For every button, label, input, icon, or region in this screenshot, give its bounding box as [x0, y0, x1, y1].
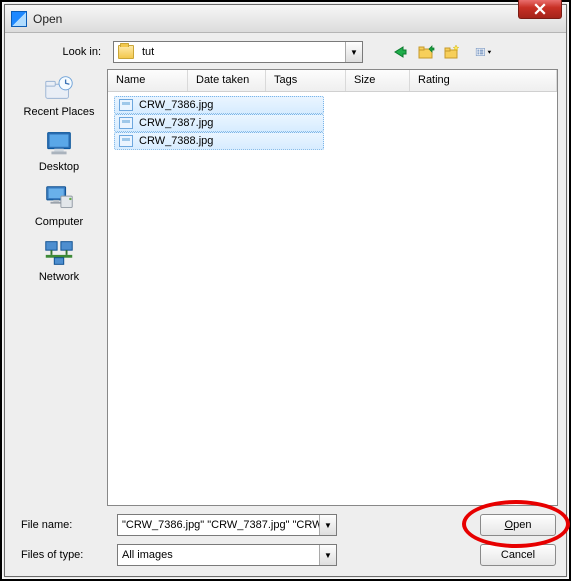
place-label: Desktop	[39, 161, 79, 173]
filename-label: File name:	[15, 519, 107, 531]
lookin-combo[interactable]: tut ▼	[113, 41, 363, 63]
titlebar: Open	[5, 5, 566, 33]
back-arrow-icon	[391, 43, 409, 61]
file-row[interactable]: CRW_7387.jpg	[114, 114, 324, 132]
file-name: CRW_7386.jpg	[139, 99, 213, 111]
file-list: CRW_7386.jpg CRW_7387.jpg CRW_7388.jpg	[108, 92, 557, 154]
column-headers[interactable]: Name Date taken Tags Size Rating	[108, 70, 557, 92]
chevron-down-icon[interactable]: ▼	[319, 515, 336, 535]
screenshot-frame: Open Look in: tut ▼	[0, 0, 571, 581]
back-button[interactable]	[389, 41, 411, 63]
place-label: Computer	[35, 216, 83, 228]
lookin-label: Look in:	[15, 46, 107, 58]
chevron-down-icon[interactable]: ▼	[345, 42, 362, 62]
image-file-icon	[119, 99, 133, 111]
col-rating[interactable]: Rating	[410, 70, 557, 91]
file-name: CRW_7388.jpg	[139, 135, 213, 147]
file-name: CRW_7387.jpg	[139, 117, 213, 129]
place-network[interactable]: Network	[15, 236, 103, 289]
network-icon	[42, 238, 76, 268]
file-row[interactable]: CRW_7388.jpg	[114, 132, 324, 150]
desktop-icon	[42, 128, 76, 158]
up-one-level-button[interactable]	[415, 41, 437, 63]
views-button[interactable]	[467, 41, 501, 63]
open-button[interactable]: Open	[480, 514, 556, 536]
filename-row: File name: "CRW_7386.jpg" "CRW_7387.jpg"…	[15, 514, 556, 536]
close-button[interactable]	[518, 0, 562, 19]
recent-places-icon	[42, 73, 76, 103]
chevron-down-icon[interactable]: ▼	[319, 545, 336, 565]
new-folder-button[interactable]	[441, 41, 463, 63]
dialog-body: Look in: tut ▼	[5, 33, 566, 576]
file-row[interactable]: CRW_7386.jpg	[114, 96, 324, 114]
place-computer[interactable]: Computer	[15, 181, 103, 234]
col-name[interactable]: Name	[108, 70, 188, 91]
image-file-icon	[119, 135, 133, 147]
filename-value: "CRW_7386.jpg" "CRW_7387.jpg" "CRW_7388	[118, 519, 319, 531]
new-folder-icon	[443, 43, 461, 61]
views-icon	[475, 43, 493, 61]
places-bar: Recent Places Desktop	[13, 69, 105, 506]
computer-icon	[42, 183, 76, 213]
place-recent[interactable]: Recent Places	[15, 71, 103, 124]
folder-icon	[118, 45, 134, 59]
place-label: Recent Places	[24, 106, 95, 118]
window-title: Open	[33, 12, 518, 26]
nav-toolbar	[389, 41, 501, 63]
lookin-value: tut	[138, 46, 345, 58]
mid-row: Recent Places Desktop	[13, 69, 558, 506]
file-list-pane[interactable]: Name Date taken Tags Size Rating CRW_738…	[107, 69, 558, 506]
close-icon	[534, 3, 546, 15]
bottom-rows: File name: "CRW_7386.jpg" "CRW_7387.jpg"…	[13, 506, 558, 568]
open-dialog: Open Look in: tut ▼	[4, 4, 567, 577]
lookin-row: Look in: tut ▼	[13, 39, 558, 69]
col-tags[interactable]: Tags	[266, 70, 346, 91]
filetype-row: Files of type: All images ▼ Cancel	[15, 544, 556, 566]
image-file-icon	[119, 117, 133, 129]
cancel-button[interactable]: Cancel	[480, 544, 556, 566]
place-desktop[interactable]: Desktop	[15, 126, 103, 179]
filetype-value: All images	[118, 549, 319, 561]
col-date[interactable]: Date taken	[188, 70, 266, 91]
app-icon	[11, 11, 27, 27]
folder-up-icon	[417, 43, 435, 61]
filetype-label: Files of type:	[15, 549, 107, 561]
filetype-combo[interactable]: All images ▼	[117, 544, 337, 566]
place-label: Network	[39, 271, 79, 283]
col-size[interactable]: Size	[346, 70, 410, 91]
filename-combo[interactable]: "CRW_7386.jpg" "CRW_7387.jpg" "CRW_7388 …	[117, 514, 337, 536]
